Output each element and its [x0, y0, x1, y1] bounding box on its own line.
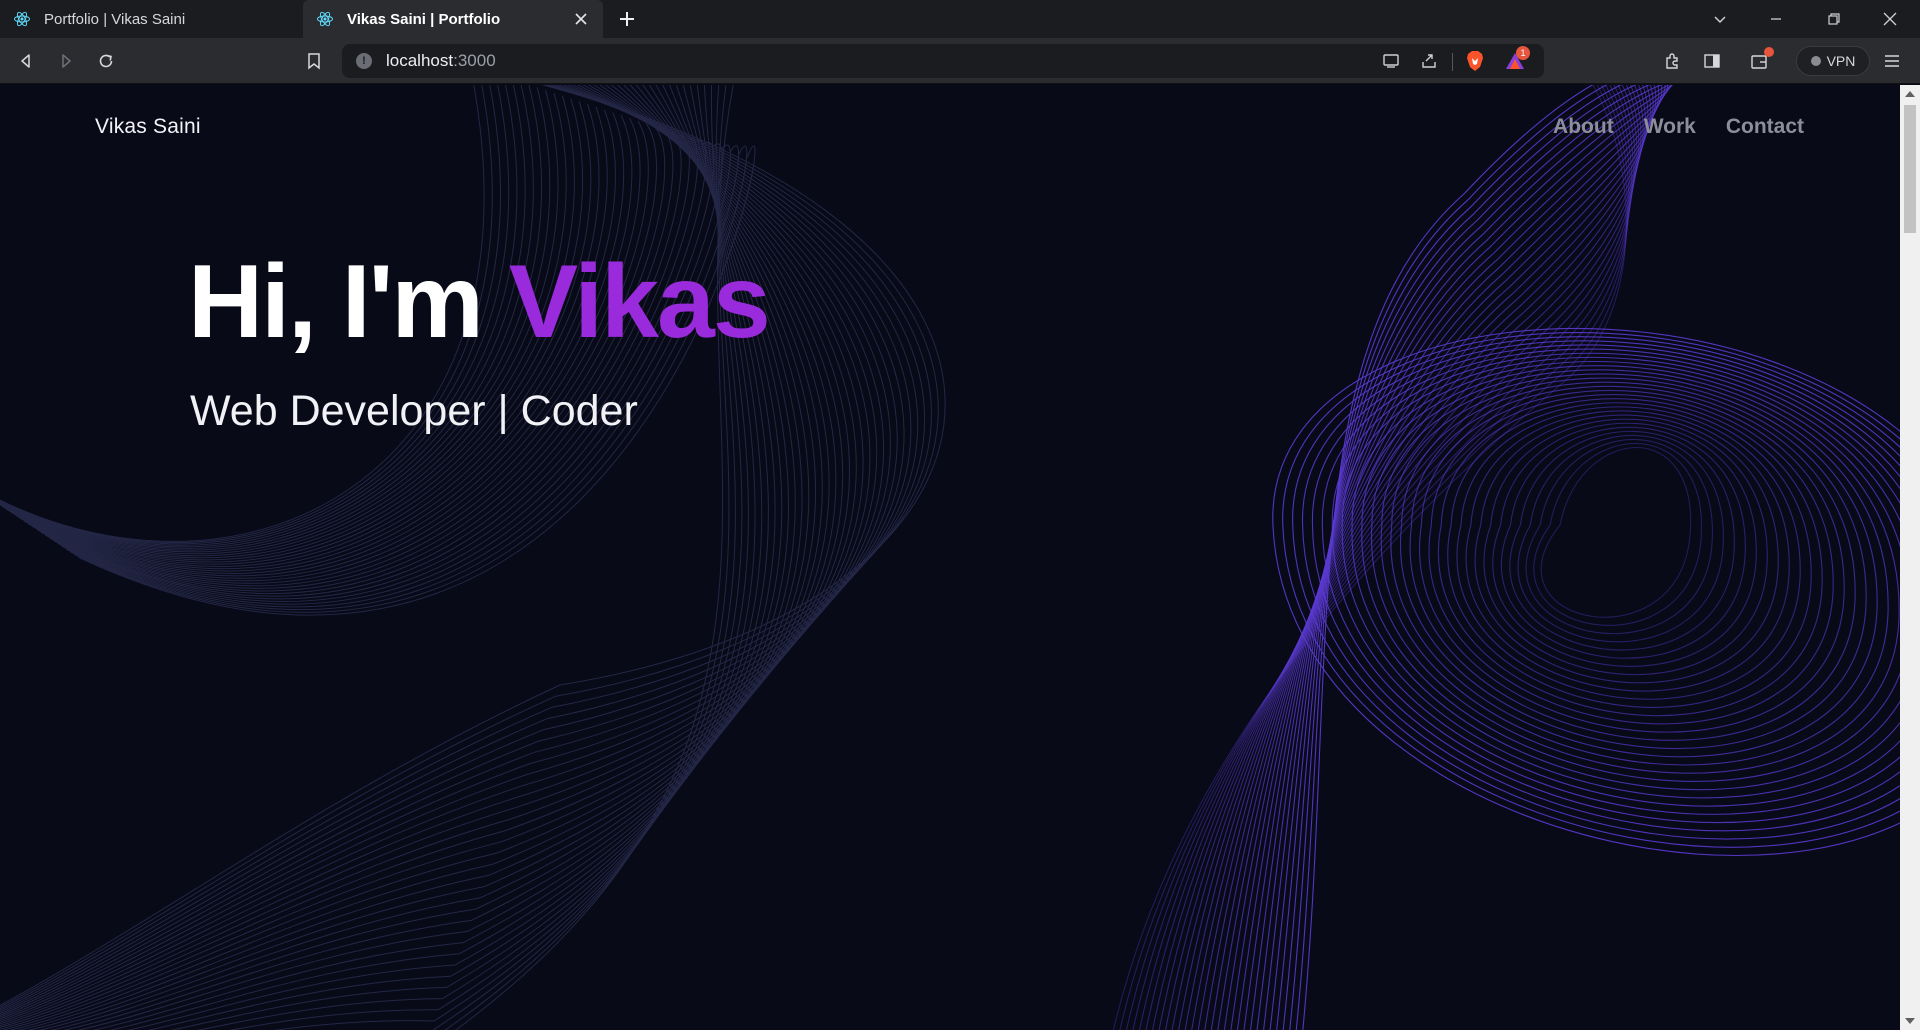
- wave-line: [1197, 85, 1834, 1030]
- wallet-icon[interactable]: [1746, 47, 1774, 75]
- page-scrollbar[interactable]: [1900, 85, 1920, 1030]
- brave-shields-icon[interactable]: [1462, 49, 1488, 73]
- browser-toolbar: ! localhost:3000 1 VPN: [0, 38, 1920, 84]
- address-bar[interactable]: ! localhost:3000 1: [342, 44, 1544, 78]
- close-window-button[interactable]: [1866, 0, 1914, 38]
- back-button[interactable]: [12, 47, 40, 75]
- site-info-icon[interactable]: !: [356, 53, 372, 69]
- scroll-up-arrow-icon[interactable]: [1905, 91, 1915, 97]
- restore-button[interactable]: [1810, 0, 1858, 38]
- tab-title: Portfolio | Vikas Saini: [44, 10, 186, 28]
- nav-link-work[interactable]: Work: [1644, 115, 1696, 139]
- hero-name: Vikas: [508, 244, 771, 360]
- wave-line: [0, 85, 885, 1022]
- wave-line: [1282, 85, 1900, 1030]
- wave-line: [1152, 85, 1757, 1030]
- share-icon[interactable]: [1416, 49, 1442, 73]
- new-tab-button[interactable]: [614, 7, 640, 31]
- nav-link-about[interactable]: About: [1553, 115, 1614, 139]
- wave-line: [1256, 85, 1900, 1030]
- extensions-icon[interactable]: [1658, 47, 1686, 75]
- bookmark-icon[interactable]: [300, 47, 328, 75]
- forward-button[interactable]: [52, 47, 80, 75]
- react-icon: [315, 9, 335, 29]
- rewards-badge: 1: [1516, 46, 1530, 60]
- wave-line: [1210, 85, 1856, 1030]
- wave-line: [1132, 85, 1724, 1030]
- site-nav: About Work Contact: [1553, 115, 1804, 139]
- wave-line: [1171, 85, 1790, 1030]
- wave-line: [1158, 85, 1768, 1030]
- tab-portfolio[interactable]: Portfolio | Vikas Saini: [0, 0, 302, 38]
- wave-line: [1113, 85, 1692, 1030]
- notification-dot: [1764, 47, 1774, 57]
- wave-background: [0, 85, 1900, 1030]
- wave-line: [1289, 85, 1900, 1030]
- tab-title: Vikas Saini | Portfolio: [347, 10, 501, 28]
- nav-link-contact[interactable]: Contact: [1726, 115, 1804, 139]
- hero-heading: Hi, I'm Vikas: [188, 243, 771, 362]
- menu-icon[interactable]: [1878, 47, 1906, 75]
- wave-line: [6, 85, 837, 1030]
- wave-line: [1263, 85, 1900, 1030]
- wave-line: [1204, 85, 1845, 1030]
- close-tab-icon[interactable]: [571, 9, 591, 29]
- site-brand[interactable]: Vikas Saini: [95, 115, 201, 139]
- wave-line: [1178, 85, 1801, 1030]
- wave-line: [1191, 85, 1823, 1030]
- scrollbar-thumb[interactable]: [1904, 105, 1916, 233]
- sidebar-icon[interactable]: [1698, 47, 1726, 75]
- hero-subtitle: Web Developer | Coder: [190, 387, 638, 435]
- cast-icon[interactable]: [1378, 49, 1404, 73]
- hero-greeting: Hi, I'm: [188, 244, 509, 360]
- scroll-down-arrow-icon[interactable]: [1905, 1018, 1915, 1024]
- tab-strip: Portfolio | Vikas Saini Vikas Saini | Po…: [0, 0, 1920, 38]
- react-icon: [12, 9, 32, 29]
- vpn-status-icon: [1810, 56, 1821, 66]
- reload-button[interactable]: [92, 47, 120, 75]
- brave-rewards-icon[interactable]: 1: [1502, 46, 1530, 73]
- tab-vikas-saini[interactable]: Vikas Saini | Portfolio: [303, 0, 603, 38]
- wave-line: [0, 85, 891, 1020]
- url-host: localhost: [386, 51, 454, 70]
- wave-line: [1223, 85, 1878, 1030]
- tab-search-chevron-icon[interactable]: [1696, 0, 1744, 38]
- page-viewport: Vikas Saini About Work Contact Hi, I'm V…: [0, 85, 1900, 1030]
- url-port: :3000: [453, 51, 496, 70]
- divider: [1452, 53, 1453, 71]
- vpn-label: VPN: [1826, 53, 1856, 69]
- wave-line: [1145, 85, 1746, 1030]
- minimize-button[interactable]: [1752, 0, 1800, 38]
- vpn-button[interactable]: VPN: [1796, 46, 1870, 76]
